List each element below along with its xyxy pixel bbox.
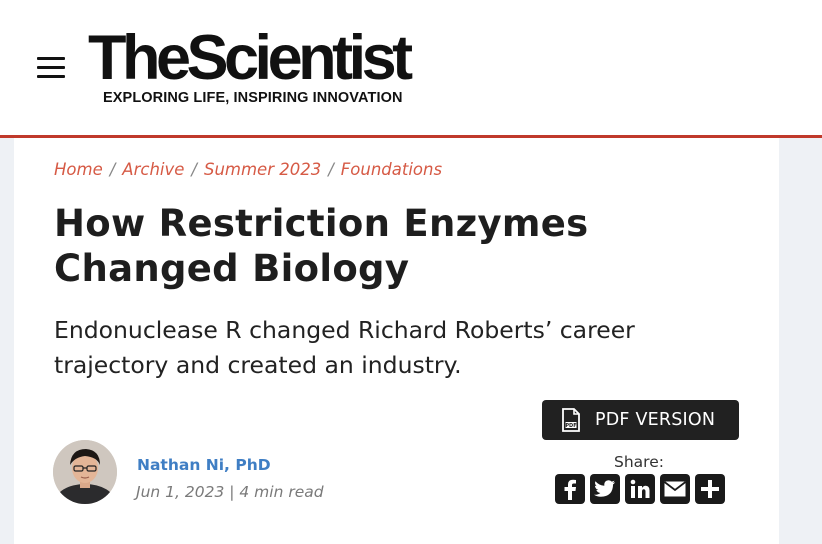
twitter-icon[interactable] — [590, 474, 620, 504]
pdf-file-icon: PDF — [562, 408, 580, 432]
breadcrumb: Home / Archive / Summer 2023/Foundations — [54, 160, 443, 179]
pdf-version-button[interactable]: PDF PDF VERSION — [542, 400, 739, 440]
breadcrumb-issue[interactable]: Summer 2023 — [204, 160, 321, 179]
breadcrumb-archive[interactable]: Archive — [122, 160, 184, 179]
site-logo[interactable]: TheScientist EXPLORING LIFE, INSPIRING I… — [88, 26, 450, 106]
article-title: How Restriction Enzymes Changed Biology — [54, 202, 589, 290]
breadcrumb-home[interactable]: Home — [54, 160, 103, 179]
email-icon[interactable] — [660, 474, 690, 504]
logo-wordmark: TheScientist — [88, 23, 413, 93]
author-avatar[interactable] — [53, 440, 117, 504]
plus-icon[interactable] — [695, 474, 725, 504]
hamburger-menu-icon[interactable] — [37, 55, 65, 79]
share-label: Share: — [614, 453, 664, 471]
breadcrumb-section[interactable]: Foundations — [341, 160, 442, 179]
author-name-link[interactable]: Nathan Ni, PhD — [137, 456, 271, 474]
article-subtitle: Endonuclease R changed Richard Roberts’ … — [54, 316, 635, 379]
article-meta: Jun 1, 2023 | 4 min read — [136, 483, 324, 501]
site-header: TheScientist EXPLORING LIFE, INSPIRING I… — [0, 0, 822, 135]
svg-text:PDF: PDF — [565, 423, 576, 429]
pdf-version-label: PDF VERSION — [595, 410, 716, 430]
logo-tagline: EXPLORING LIFE, INSPIRING INNOVATION — [103, 90, 403, 106]
linkedin-icon[interactable] — [625, 474, 655, 504]
author-photo — [53, 440, 117, 504]
share-buttons — [555, 474, 725, 504]
facebook-icon[interactable] — [555, 474, 585, 504]
